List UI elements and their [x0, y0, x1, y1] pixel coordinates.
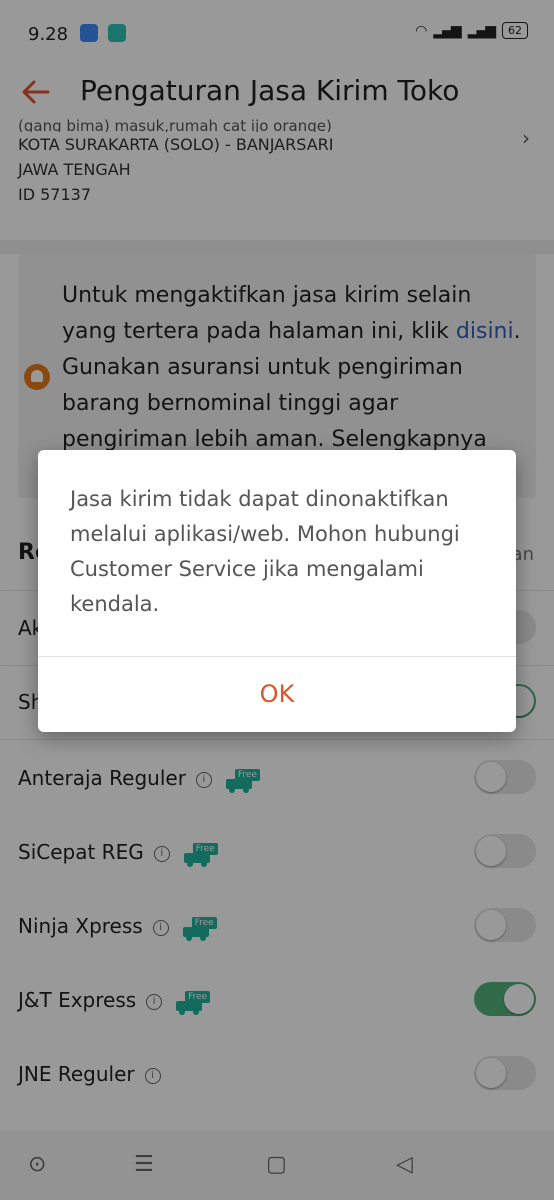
alert-dialog: Jasa kirim tidak dapat dinonaktifkan mel… [38, 450, 516, 732]
dialog-message: Jasa kirim tidak dapat dinonaktifkan mel… [70, 487, 460, 616]
ok-button[interactable]: OK [38, 656, 516, 732]
